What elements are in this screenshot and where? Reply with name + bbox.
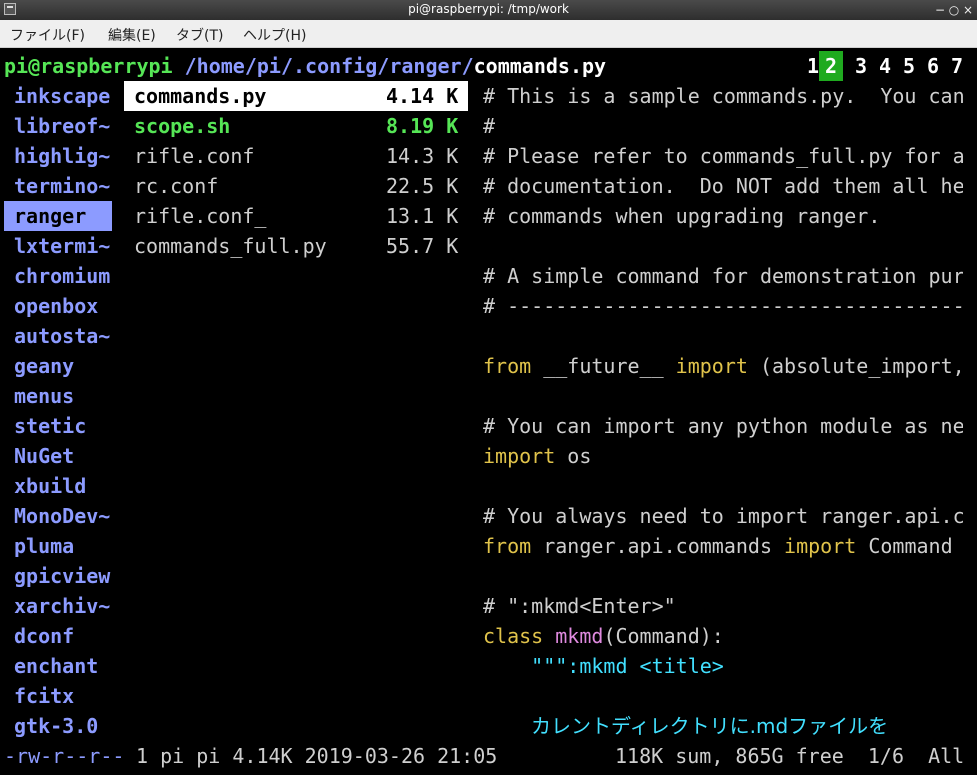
file-name[interactable]: rifle.conf_ — [134, 201, 266, 231]
parent-dir-item[interactable]: menus — [14, 381, 74, 411]
file-name[interactable]: commands_full.py — [134, 231, 327, 261]
header-host: pi@raspberrypi — [4, 54, 173, 78]
parent-dir-item[interactable]: xarchiv~ — [14, 591, 110, 621]
parent-dir-item[interactable]: termino~ — [14, 171, 110, 201]
parent-dir-item[interactable]: geany — [14, 351, 74, 381]
preview-line: # You can import any python module as ne — [483, 414, 963, 438]
preview-line-import: import os — [483, 444, 592, 468]
menu-edit[interactable]: 編集(E) — [108, 25, 156, 45]
file-size: 13.1 K — [386, 204, 459, 228]
parent-dir-item[interactable]: highlig~ — [14, 141, 110, 171]
status-file-info: 1 pi pi 4.14K 2019-03-26 21:05 — [124, 744, 498, 768]
parent-dir-item[interactable]: dconf — [14, 621, 74, 651]
parent-dir-item[interactable]: lxtermi~ — [14, 231, 110, 261]
menu-help[interactable]: ヘルプ(H) — [243, 25, 306, 45]
parent-dir-item[interactable]: stetic — [14, 411, 86, 441]
parent-dir-item[interactable]: pluma — [14, 531, 74, 561]
file-size: 55.7 K — [386, 234, 459, 258]
menu-tab[interactable]: タブ(T) — [176, 25, 223, 45]
parent-dir-selected[interactable]: ranger — [4, 201, 112, 231]
parent-dir-item[interactable]: MonoDev~ — [14, 501, 110, 531]
file-size: 8.19 K — [386, 114, 459, 138]
file-name[interactable]: rc.conf — [134, 171, 218, 201]
parent-dir-item[interactable]: NuGet — [14, 441, 74, 471]
preview-line-import: from ranger.api.commands import Command — [483, 534, 953, 558]
file-size: 22.5 K — [386, 174, 459, 198]
file-name[interactable]: scope.sh — [134, 111, 230, 141]
terminal-window: pi@raspberrypi: /tmp/work − ○ × ファイル(F) … — [0, 0, 977, 775]
preview-column: # This is a sample commands.py. You can … — [483, 48, 963, 748]
close-icon[interactable]: × — [959, 1, 977, 19]
preview-line-import: from __future__ import (absolute_import, — [483, 354, 963, 378]
preview-line-jp: カレントディレクトリに.mdファイルを — [531, 714, 889, 738]
status-summary: 118K sum, 865G free 1/6 All — [615, 744, 965, 768]
file-size: 14.3 K — [386, 144, 459, 168]
title-bar[interactable]: pi@raspberrypi: /tmp/work − ○ × — [0, 0, 977, 20]
header-dir: /home/pi/.config/ranger/ — [184, 54, 474, 78]
preview-line: # --------------------------------------… — [483, 294, 963, 318]
parent-dir-item[interactable]: openbox — [14, 291, 98, 321]
preview-line: # documentation. Do NOT add them all he — [483, 174, 963, 198]
parent-dir-item[interactable]: libreof~ — [14, 111, 110, 141]
window-title: pi@raspberrypi: /tmp/work — [408, 2, 569, 16]
parent-dir-item[interactable]: fcitx — [14, 681, 74, 711]
file-name[interactable]: commands.py — [134, 81, 266, 111]
parent-dir-item[interactable]: chromium — [14, 261, 110, 291]
preview-line: # ":mkmd<Enter>" — [483, 594, 676, 618]
parent-dir-item[interactable]: autosta~ — [14, 321, 110, 351]
preview-line: """:mkmd <title> — [483, 654, 724, 678]
file-name[interactable]: rifle.conf — [134, 141, 254, 171]
preview-line: # — [483, 114, 496, 138]
preview-line-class: class mkmd(Command): — [483, 624, 724, 648]
preview-line: # commands when upgrading ranger. — [483, 204, 881, 228]
status-permissions: -rw-r--r-- — [4, 744, 125, 768]
parent-dir-item[interactable]: enchant — [14, 651, 98, 681]
preview-line: # A simple command for demonstration pur — [483, 264, 963, 288]
preview-line: # This is a sample commands.py. You can — [483, 84, 963, 108]
parent-dir-item[interactable]: gtk-3.0 — [14, 711, 98, 741]
file-size: 4.14 K — [386, 84, 459, 108]
terminal-content[interactable]: pi@raspberrypi /home/pi/.config/ranger/c… — [0, 48, 977, 775]
parent-dir-item[interactable]: gpicview — [14, 561, 110, 591]
preview-line: # Please refer to commands_full.py for a — [483, 144, 963, 168]
preview-line: # You always need to import ranger.api.c — [483, 504, 963, 528]
parent-dir-item[interactable]: inkscape — [14, 81, 110, 111]
menu-file[interactable]: ファイル(F) — [10, 25, 85, 45]
parent-dir-item[interactable]: xbuild — [14, 471, 86, 501]
menu-bar: ファイル(F) 編集(E) タブ(T) ヘルプ(H) — [0, 20, 977, 48]
